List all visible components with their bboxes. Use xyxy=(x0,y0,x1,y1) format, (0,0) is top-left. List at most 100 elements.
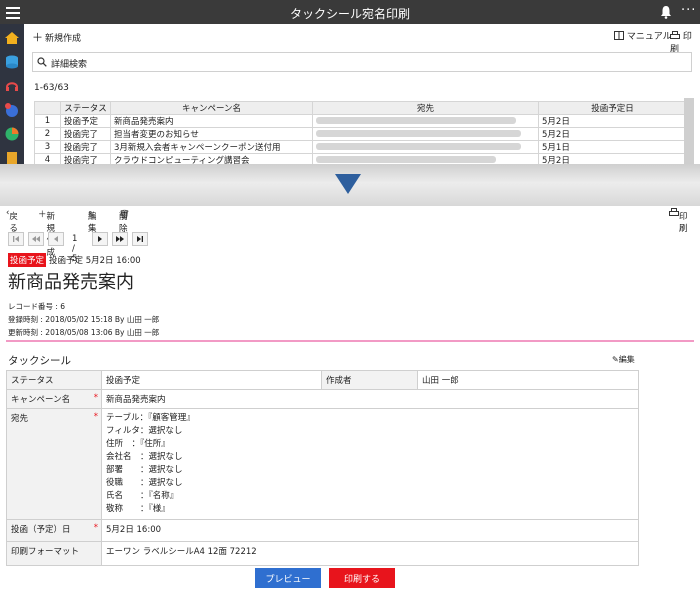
book-icon xyxy=(614,31,624,40)
table-header-row: ステータス キャンペーン名 宛先 投函予定日 xyxy=(34,101,687,115)
dest-line: 役職 ：選択なし xyxy=(106,478,183,488)
destination-value: テーブル：『顧客管理』 フィルタ：選択なし 住所 ：『住所』 会社名 ：選択なし… xyxy=(101,408,639,520)
delete-label: 削除 xyxy=(119,212,128,234)
pie-chart-icon[interactable] xyxy=(4,126,20,142)
table-row[interactable]: 1 投函予定 新商品発売案内 5月2日 xyxy=(34,114,687,128)
table-row[interactable]: 2 投函完了 担当者変更のお知らせ 5月2日 xyxy=(34,127,687,141)
field-label: キャンペーン名 * xyxy=(6,389,102,409)
print-submit-button[interactable]: 印刷する xyxy=(329,568,395,588)
dest-line: テーブル：『顧客管理』 xyxy=(106,413,195,423)
new-record-button[interactable]: ＋新規作成 xyxy=(32,29,81,45)
list-scrollbar[interactable] xyxy=(684,98,694,164)
required-mark: * xyxy=(93,523,98,533)
format-value: エーワン ラベルシールA4 12面 72212 xyxy=(101,541,639,566)
first-page-icon[interactable] xyxy=(8,232,24,246)
record-table: ステータス キャンペーン名 宛先 投函予定日 1 投函予定 新商品発売案内 5月… xyxy=(34,101,687,167)
detail-row: 印刷フォーマット エーワン ラベルシールA4 12面 72212 xyxy=(6,541,639,566)
detail-search-box[interactable]: 詳細検索 xyxy=(32,52,692,72)
date-value: 5月2日 16:00 xyxy=(101,519,639,542)
column-header[interactable]: キャンペーン名 xyxy=(110,101,313,115)
detail-row: キャンペーン名 * 新商品発売案内 xyxy=(6,389,639,409)
row-destination-blurred xyxy=(312,127,539,141)
row-date: 5月2日 xyxy=(538,127,687,141)
column-header[interactable]: ステータス xyxy=(60,101,111,115)
dest-line: 敬称 ：『様』 xyxy=(106,504,170,514)
down-arrow-icon xyxy=(335,174,361,194)
date-label: 投函（予定）日 xyxy=(11,525,71,535)
row-destination-blurred xyxy=(312,140,539,154)
row-campaign: 3月新規入会者キャンペーンクーポン送付用 xyxy=(110,140,313,154)
record-title: 新商品発売案内 xyxy=(8,272,134,293)
dest-line: 氏名 ：『名称』 xyxy=(106,491,179,501)
home-icon[interactable] xyxy=(4,30,20,46)
row-number: 2 xyxy=(34,127,61,141)
row-status: 投函完了 xyxy=(60,127,111,141)
new-record-button[interactable]: ＋新規作成 xyxy=(38,208,55,258)
edit-label: 編集 xyxy=(88,212,97,234)
row-date: 5月2日 xyxy=(538,114,687,128)
field-label: 投函（予定）日 * xyxy=(6,519,102,542)
preview-button[interactable]: プレビュー xyxy=(255,568,321,588)
app-title: タックシール宛名印刷 xyxy=(289,7,410,21)
badge-icon[interactable] xyxy=(4,102,20,118)
list-toolbar: ＋新規作成 マニュアル 印刷 xyxy=(24,24,700,55)
dest-line: 会社名 ：選択なし xyxy=(106,452,183,462)
bell-icon[interactable] xyxy=(660,5,672,19)
row-campaign: 新商品発売案内 xyxy=(110,114,313,128)
campaign-value: 新商品発売案内 xyxy=(101,389,639,409)
created-time: 登録時刻 : 2018/05/02 15:18 By 山田 一郎 xyxy=(8,315,160,324)
list-view: ＋新規作成 マニュアル 印刷 詳細検索 1-63/63 ステータス キャンペーン… xyxy=(24,24,700,167)
prev-fast-icon[interactable] xyxy=(28,232,44,246)
dest-line: 住所 ：『住所』 xyxy=(106,439,170,449)
next-fast-icon[interactable] xyxy=(112,232,128,246)
campaign-label: キャンペーン名 xyxy=(11,395,71,405)
dest-line: 部署 ：選択なし xyxy=(106,465,183,475)
status-value: 投函予定 xyxy=(101,370,322,390)
next-page-icon[interactable] xyxy=(92,232,108,246)
author-value: 山田 一郎 xyxy=(417,370,639,390)
manual-link[interactable]: マニュアル xyxy=(614,29,672,42)
table-row[interactable]: 3 投函完了 3月新規入会者キャンペーンクーポン送付用 5月1日 xyxy=(34,140,687,154)
record-number: レコード番号 : 6 xyxy=(8,302,66,311)
detail-row: ステータス 投函予定 作成者 山田 一郎 xyxy=(6,370,639,390)
plus-icon: ＋ xyxy=(32,31,43,44)
headset-icon[interactable] xyxy=(4,78,20,94)
pencil-icon: ✎ xyxy=(612,355,619,364)
detail-row: 投函（予定）日 * 5月2日 16:00 xyxy=(6,519,639,542)
column-header xyxy=(34,101,61,115)
print-button[interactable]: 印刷 xyxy=(669,208,688,234)
prev-page-icon[interactable] xyxy=(48,232,64,246)
section-edit-button[interactable]: ✎編集 xyxy=(612,354,635,365)
print-label: 印刷 xyxy=(679,212,688,234)
database-icon[interactable] xyxy=(4,54,20,70)
last-page-icon[interactable] xyxy=(132,232,148,246)
edit-label: 編集 xyxy=(618,355,635,364)
detail-toolbar: ‹ 戻る ＋新規作成 ✎編集 🗑削除 印刷 xyxy=(0,206,700,258)
status-line: 投函予定 5月2日 16:00 xyxy=(49,256,141,266)
column-header[interactable]: 宛先 xyxy=(312,101,539,115)
row-status: 投函完了 xyxy=(60,140,111,154)
search-icon xyxy=(37,57,47,67)
updated-time: 更新時刻 : 2018/05/08 13:06 By 山田 一郎 xyxy=(8,328,160,337)
required-mark: * xyxy=(93,393,98,403)
new-record-label: 新規作成 xyxy=(45,34,82,44)
field-label: ステータス xyxy=(6,370,102,390)
back-button[interactable]: ‹ 戻る xyxy=(6,208,18,234)
row-status: 投函予定 xyxy=(60,114,111,128)
row-number: 1 xyxy=(34,114,61,128)
dest-line: フィルタ：選択なし xyxy=(106,426,183,436)
field-label: 作成者 xyxy=(321,370,418,390)
divider xyxy=(6,340,694,342)
destination-label: 宛先 xyxy=(11,414,29,424)
status-badge: 投函予定 xyxy=(8,253,47,267)
field-label: 印刷フォーマット xyxy=(6,541,102,566)
left-nav xyxy=(0,24,24,164)
row-campaign: 担当者変更のお知らせ xyxy=(110,127,313,141)
record-count: 1-63/63 xyxy=(34,83,69,93)
detail-row: 宛先 * テーブル：『顧客管理』 フィルタ：選択なし 住所 ：『住所』 会社名 ：… xyxy=(6,408,639,520)
row-date: 5月1日 xyxy=(538,140,687,154)
column-header[interactable]: 投函予定日 xyxy=(538,101,687,115)
printer-icon xyxy=(669,208,679,216)
printer-icon xyxy=(670,31,680,39)
more-options-icon[interactable]: ··· xyxy=(681,3,696,18)
